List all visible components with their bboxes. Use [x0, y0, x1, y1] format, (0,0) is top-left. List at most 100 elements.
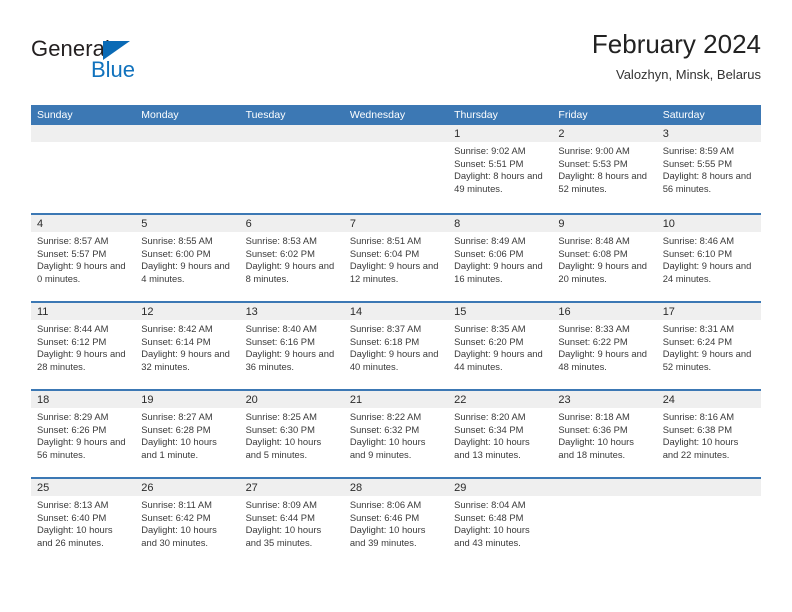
- day-cell[interactable]: 8 Sunrise: 8:49 AM Sunset: 6:06 PM Daylight…: [448, 215, 553, 301]
- day-sun-info: Sunrise: 8:22 AM Sunset: 6:32 PM Daylight:…: [344, 408, 448, 461]
- day-sun-info: Sunrise: 8:11 AM Sunset: 6:42 PM Daylight:…: [135, 496, 239, 549]
- sunset-text: Sunset: 6:28 PM: [141, 423, 211, 435]
- day-cell[interactable]: 27 Sunrise: 8:09 AM Sunset: 6:44 PM Dayligh…: [239, 479, 344, 565]
- day-cell-empty: [239, 125, 344, 213]
- day-number: 12: [135, 303, 240, 320]
- day-cell[interactable]: 7 Sunrise: 8:51 AM Sunset: 6:04 PM Daylight…: [343, 215, 449, 301]
- day-sun-info: Sunrise: 8:09 AM Sunset: 6:44 PM Daylight:…: [240, 496, 344, 549]
- weekday-header-row: Sunday Monday Tuesday Wednesday Thursday Frid…: [31, 105, 761, 125]
- day-cell-empty: [656, 479, 761, 565]
- day-number: 9: [552, 215, 657, 232]
- day-number: 14: [343, 303, 449, 320]
- weekday-header-tuesday: Tuesday: [245, 109, 286, 121]
- day-cell[interactable]: 6 Sunrise: 8:53 AM Sunset: 6:02 PM Daylight…: [239, 215, 344, 301]
- day-sun-info: Sunrise: 8:16 AM Sunset: 6:38 PM Daylight:…: [657, 408, 761, 461]
- sunset-text: Sunset: 6:10 PM: [662, 247, 732, 259]
- calendar-week-row: 4 Sunrise: 8:57 AM Sunset: 5:57 PM Daylight…: [31, 213, 761, 301]
- day-number: 18: [31, 391, 136, 408]
- day-cell[interactable]: 11 Sunrise: 8:44 AM Sunset: 6:12 PM Dayligh…: [31, 303, 136, 389]
- daylight-text: Daylight: 9 hours and 40 minutes.: [349, 348, 439, 372]
- sunset-text: Sunset: 6:38 PM: [662, 423, 732, 435]
- daylight-text: Daylight: 10 hours and 39 minutes.: [349, 524, 426, 548]
- day-cell[interactable]: 2 Sunrise: 9:00 AM Sunset: 5:53 PM Daylight…: [552, 125, 657, 213]
- day-cell[interactable]: 25 Sunrise: 8:13 AM Sunset: 6:40 PM Dayligh…: [31, 479, 136, 565]
- day-sun-info: Sunrise: 8:13 AM Sunset: 6:40 PM Daylight:…: [31, 496, 135, 549]
- weekday-header-friday: Friday: [558, 109, 588, 121]
- day-cell[interactable]: 24 Sunrise: 8:16 AM Sunset: 6:38 PM Dayligh…: [656, 391, 761, 477]
- day-cell[interactable]: 20 Sunrise: 8:25 AM Sunset: 6:30 PM Dayligh…: [239, 391, 344, 477]
- sunrise-text: Sunrise: 9:00 AM: [558, 145, 630, 156]
- sunrise-text: Sunrise: 8:11 AM: [141, 499, 212, 510]
- day-cell[interactable]: 28 Sunrise: 8:06 AM Sunset: 6:46 PM Dayligh…: [343, 479, 449, 565]
- sunrise-text: Sunrise: 8:20 AM: [454, 411, 526, 422]
- day-sun-info: Sunrise: 8:57 AM Sunset: 5:57 PM Daylight:…: [31, 232, 135, 285]
- day-number: 24: [656, 391, 761, 408]
- day-cell[interactable]: 12 Sunrise: 8:42 AM Sunset: 6:14 PM Dayligh…: [135, 303, 240, 389]
- daylight-text: Daylight: 9 hours and 8 minutes.: [245, 260, 335, 284]
- day-sun-info: Sunrise: 8:37 AM Sunset: 6:18 PM Daylight:…: [344, 320, 448, 373]
- logo-text-blue: Blue: [91, 57, 136, 82]
- daylight-text: Daylight: 10 hours and 9 minutes.: [349, 436, 426, 460]
- calendar-week-row: 25 Sunrise: 8:13 AM Sunset: 6:40 PM Dayligh…: [31, 477, 761, 565]
- day-cell[interactable]: 22 Sunrise: 8:20 AM Sunset: 6:34 PM Dayligh…: [448, 391, 553, 477]
- day-cell[interactable]: 21 Sunrise: 8:22 AM Sunset: 6:32 PM Dayligh…: [343, 391, 449, 477]
- day-number: 1: [448, 125, 553, 142]
- day-sun-info: Sunrise: 8:40 AM Sunset: 6:16 PM Daylight:…: [240, 320, 344, 373]
- sunrise-text: Sunrise: 8:44 AM: [37, 323, 109, 334]
- daylight-text: Daylight: 10 hours and 1 minute.: [141, 436, 217, 460]
- day-cell[interactable]: 17 Sunrise: 8:31 AM Sunset: 6:24 PM Dayligh…: [656, 303, 761, 389]
- day-cell[interactable]: 29 Sunrise: 8:04 AM Sunset: 6:48 PM Dayligh…: [448, 479, 553, 565]
- day-sun-info: Sunrise: 8:20 AM Sunset: 6:34 PM Daylight:…: [448, 408, 552, 461]
- sunset-text: Sunset: 6:26 PM: [37, 423, 107, 435]
- day-number: 25: [31, 479, 136, 496]
- day-cell[interactable]: 23 Sunrise: 8:18 AM Sunset: 6:36 PM Dayligh…: [552, 391, 657, 477]
- daylight-text: Daylight: 9 hours and 28 minutes.: [37, 348, 126, 372]
- sunset-text: Sunset: 6:24 PM: [662, 335, 732, 347]
- day-sun-info: Sunrise: 8:59 AM Sunset: 5:55 PM Daylight:…: [657, 142, 761, 195]
- sunrise-text: Sunrise: 8:25 AM: [245, 411, 317, 422]
- sunset-text: Sunset: 6:46 PM: [349, 511, 420, 523]
- sunrise-text: Sunrise: 8:55 AM: [141, 235, 213, 246]
- day-cell[interactable]: 9 Sunrise: 8:48 AM Sunset: 6:08 PM Daylight…: [552, 215, 657, 301]
- sunset-text: Sunset: 6:06 PM: [454, 247, 524, 259]
- sunset-text: Sunset: 6:18 PM: [349, 335, 420, 347]
- day-cell[interactable]: 19 Sunrise: 8:27 AM Sunset: 6:28 PM Dayligh…: [135, 391, 240, 477]
- sunset-text: Sunset: 6:40 PM: [37, 511, 107, 523]
- sunset-text: Sunset: 6:08 PM: [558, 247, 628, 259]
- day-sun-info: Sunrise: 8:04 AM Sunset: 6:48 PM Daylight:…: [448, 496, 552, 549]
- day-cell[interactable]: 14 Sunrise: 8:37 AM Sunset: 6:18 PM Dayligh…: [343, 303, 449, 389]
- weekday-header-monday: Monday: [141, 109, 179, 121]
- daylight-text: Daylight: 10 hours and 18 minutes.: [558, 436, 634, 460]
- weekday-header-saturday: Saturday: [662, 109, 705, 121]
- sunrise-text: Sunrise: 8:09 AM: [245, 499, 317, 510]
- day-number: 26: [135, 479, 240, 496]
- sunset-text: Sunset: 6:36 PM: [558, 423, 628, 435]
- day-cell[interactable]: 13 Sunrise: 8:40 AM Sunset: 6:16 PM Dayligh…: [239, 303, 344, 389]
- sunrise-text: Sunrise: 8:53 AM: [245, 235, 317, 246]
- sunset-text: Sunset: 5:53 PM: [558, 157, 628, 169]
- daylight-text: Daylight: 9 hours and 12 minutes.: [349, 260, 439, 284]
- sunrise-text: Sunrise: 8:46 AM: [662, 235, 735, 246]
- day-sun-info: Sunrise: 8:27 AM Sunset: 6:28 PM Daylight:…: [135, 408, 239, 461]
- day-sun-info: Sunrise: 9:02 AM Sunset: 5:51 PM Daylight:…: [448, 142, 552, 195]
- day-number: 19: [135, 391, 240, 408]
- day-sun-info: Sunrise: 8:55 AM Sunset: 6:00 PM Daylight:…: [135, 232, 239, 285]
- day-cell[interactable]: 4 Sunrise: 8:57 AM Sunset: 5:57 PM Daylight…: [31, 215, 136, 301]
- day-cell[interactable]: 16 Sunrise: 8:33 AM Sunset: 6:22 PM Dayligh…: [552, 303, 657, 389]
- sunset-text: Sunset: 6:22 PM: [558, 335, 628, 347]
- day-sun-info: Sunrise: 8:18 AM Sunset: 6:36 PM Daylight:…: [552, 408, 656, 461]
- day-cell[interactable]: 26 Sunrise: 8:11 AM Sunset: 6:42 PM Dayligh…: [135, 479, 240, 565]
- sunrise-text: Sunrise: 8:42 AM: [141, 323, 213, 334]
- day-cell[interactable]: 5 Sunrise: 8:55 AM Sunset: 6:00 PM Daylight…: [135, 215, 240, 301]
- sunrise-text: Sunrise: 8:48 AM: [558, 235, 630, 246]
- day-cell[interactable]: 3 Sunrise: 8:59 AM Sunset: 5:55 PM Daylight…: [656, 125, 761, 213]
- day-number: 17: [656, 303, 761, 320]
- page-subtitle: Valozhyn, Minsk, Belarus: [616, 67, 761, 82]
- day-cell[interactable]: 18 Sunrise: 8:29 AM Sunset: 6:26 PM Dayligh…: [31, 391, 136, 477]
- day-cell[interactable]: 10 Sunrise: 8:46 AM Sunset: 6:10 PM Dayligh…: [656, 215, 761, 301]
- sunrise-text: Sunrise: 8:31 AM: [662, 323, 735, 334]
- day-cell[interactable]: 15 Sunrise: 8:35 AM Sunset: 6:20 PM Dayligh…: [448, 303, 553, 389]
- day-sun-info: Sunrise: 8:25 AM Sunset: 6:30 PM Daylight:…: [240, 408, 344, 461]
- weekday-header-thursday: Thursday: [454, 109, 498, 121]
- day-cell[interactable]: 1 Sunrise: 9:02 AM Sunset: 5:51 PM Daylight…: [448, 125, 553, 213]
